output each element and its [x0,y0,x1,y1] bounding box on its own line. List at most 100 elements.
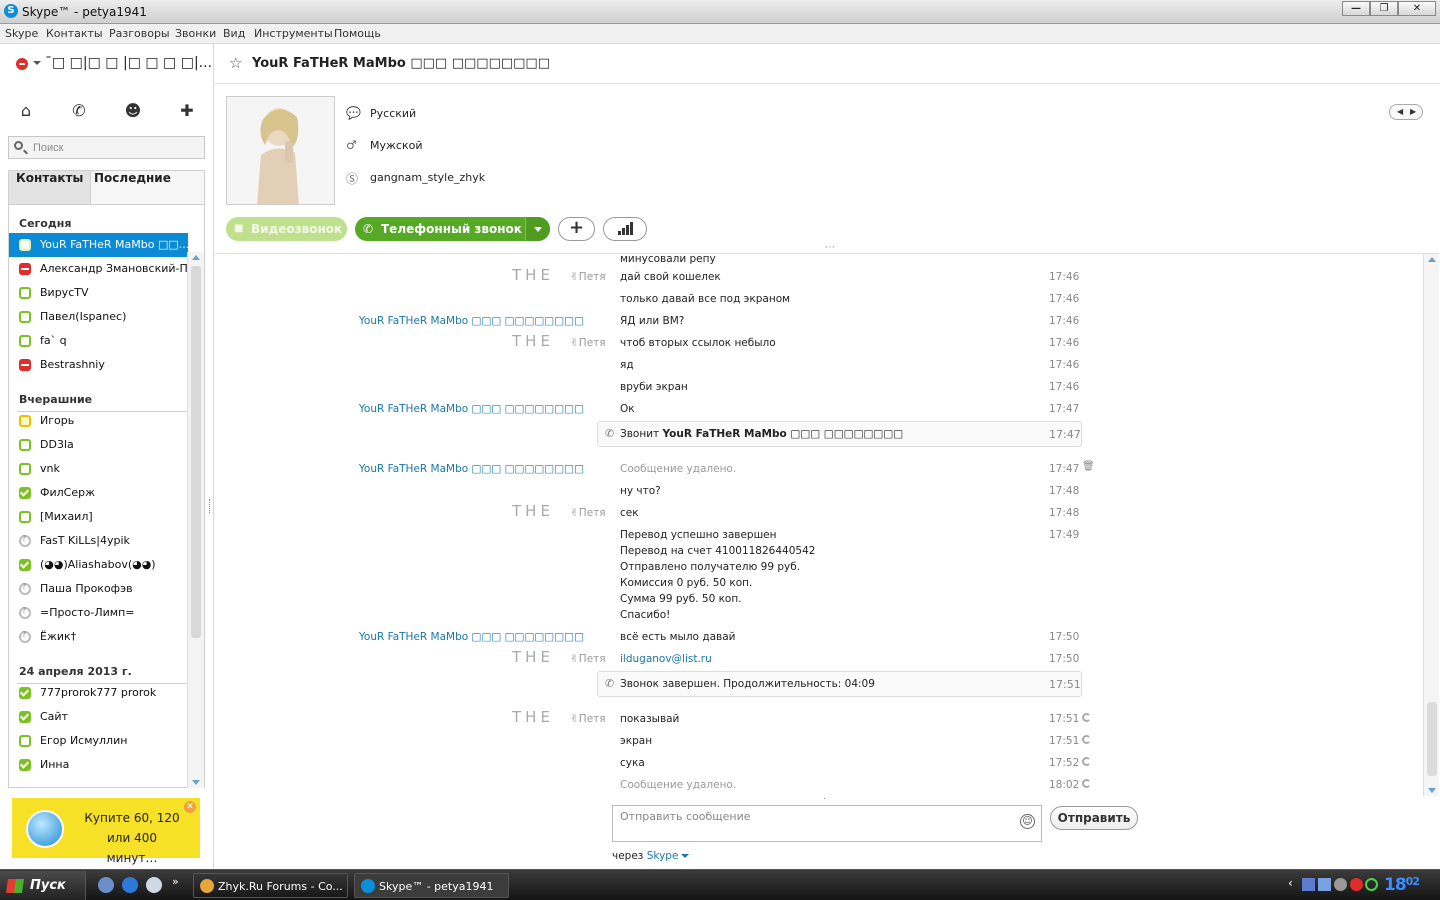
contact-row[interactable]: [Михаил] [9,505,188,529]
contact-row[interactable]: 777prorok777 prorok [9,681,188,705]
browser-icon [200,879,214,893]
contact-row[interactable]: FasT KiLLs|4ypik [9,529,188,553]
sender-name[interactable]: ✌Петя [570,507,606,519]
call-quality-button[interactable] [603,217,647,241]
panel-splitter[interactable] [209,499,212,513]
contacts-panel: ¯□ □|□ □ |□ □ □ □|... ⌂ ✆ ☻ ✚ Контакты П… [0,44,214,869]
close-button[interactable]: ✕ [1398,1,1436,16]
chevron-left-icon[interactable]: ‹ [1288,876,1293,890]
contact-avatar[interactable] [226,96,335,205]
status-online-icon [19,511,31,523]
group-icon[interactable]: ☻ [121,101,145,121]
message-text: Сообщение удалено. [620,463,737,475]
tab-contacts[interactable]: Контакты [9,171,92,205]
contact-row[interactable]: Bestrashniy [9,353,188,377]
scroll-down-arrow-icon[interactable] [1428,788,1436,793]
scroll-up-arrow-icon[interactable] [192,255,200,260]
wifi-icon[interactable] [1365,878,1378,891]
video-call-button[interactable]: ■ Видеозвонок [226,217,347,241]
star-icon[interactable]: ☆ [229,54,242,72]
menu-conversations[interactable]: Разговоры [109,27,170,40]
status-busy-icon[interactable] [16,58,28,70]
scroll-up-arrow-icon[interactable] [1428,257,1436,262]
call-dropdown-icon[interactable] [525,217,550,241]
contact-row[interactable]: YouR FaTHeR MaMbo □□... [9,233,188,257]
desktop-icon[interactable] [98,877,114,893]
contact-row[interactable]: (◕◕)Aliashabov(◕◕) [9,553,188,577]
contact-row[interactable]: DD3la [9,433,188,457]
contact-row[interactable]: Инна [9,753,188,777]
sender-name[interactable]: YouR FaTHeR MaMbo □□□ □□□□□□□□ [359,315,584,327]
contact-row[interactable]: Егор Исмуллин [9,729,188,753]
send-via-selector[interactable]: Skype [647,850,679,862]
trash-icon[interactable]: 🗑 [1082,461,1095,472]
sender-logo: THE [512,266,554,284]
scroll-down-arrow-icon[interactable] [192,780,200,785]
task-skype[interactable]: Skype™ - petya1941 [354,873,509,898]
contact-row[interactable]: Павел(Ispanec) [9,305,188,329]
contact-row[interactable]: vnk [9,457,188,481]
contact-row[interactable]: ФилСерж [9,481,188,505]
chevron-right-icon[interactable]: » [172,875,179,888]
next-arrow-icon[interactable]: ▶ [1410,107,1416,116]
network-icon[interactable] [1302,878,1315,891]
sender-name[interactable]: YouR FaTHeR MaMbo □□□ □□□□□□□□ [359,463,584,475]
maximize-button[interactable]: ❐ [1370,1,1398,16]
pending-spinner-icon [1082,713,1091,722]
status-dropdown-icon[interactable] [33,61,41,65]
contact-row[interactable]: Паша Прокофэв [9,577,188,601]
chevron-down-icon[interactable] [681,854,690,858]
phone-call-button[interactable]: ✆ Телефонный звонок [355,217,550,241]
internet-explorer-icon[interactable] [122,877,138,893]
menu-tools[interactable]: Инструменты [254,27,333,40]
start-button[interactable]: Пуск [0,871,86,900]
sender-name[interactable]: ✌Петя [570,337,606,349]
status-online-icon [19,239,31,251]
sender-name[interactable]: ✌Петя [570,713,606,725]
search-input[interactable] [33,140,203,156]
user-name[interactable]: ¯□ □|□ □ |□ □ □ □|... [45,55,212,71]
contact-row[interactable]: Ёжик† [9,625,188,649]
message-input[interactable] [613,806,1009,841]
clock[interactable]: 1802 [1384,875,1420,895]
tray-app-icon[interactable] [1334,878,1347,891]
sender-name[interactable]: ✌Петя [570,271,606,283]
contact-row[interactable]: ВирусTV [9,281,188,305]
add-button[interactable]: + [558,217,595,241]
minimize-button[interactable]: — [1342,1,1370,16]
sender-name[interactable]: YouR FaTHeR MaMbo □□□ □□□□□□□□ [359,631,584,643]
menu-skype[interactable]: Skype [5,27,38,40]
emoticon-icon[interactable]: ☺ [1020,814,1035,829]
skype-status-icon[interactable] [1350,878,1363,891]
network-icon[interactable] [1318,878,1331,891]
contact-row[interactable]: Александр Змановский-П... [9,257,188,281]
contact-list-scrollbar[interactable] [187,252,204,788]
contact-row[interactable]: Игорь [9,409,188,433]
resize-grip[interactable]: · [823,794,826,805]
add-contact-icon[interactable]: ✚ [175,101,199,121]
send-button[interactable]: Отправить [1050,806,1138,830]
tab-recent[interactable]: Последние [87,171,178,205]
menu-contacts[interactable]: Контакты [46,27,103,40]
message-scrollbar[interactable] [1423,254,1439,796]
home-icon[interactable]: ⌂ [14,101,38,121]
scroll-thumb[interactable] [1427,702,1437,776]
phone-icon[interactable]: ✆ [67,101,91,121]
menu-calls[interactable]: Звонки [175,27,216,40]
contact-row[interactable]: fa` q [9,329,188,353]
contact-row[interactable]: =Просто-Лимп= [9,601,188,625]
contact-row[interactable]: Сайт [9,705,188,729]
sender-name[interactable]: ✌Петя [570,653,606,665]
message-text[interactable]: ilduganov@list.ru [620,653,712,665]
menu-help[interactable]: Помощь [334,27,381,40]
close-icon[interactable]: ✕ [184,801,196,813]
media-player-icon[interactable] [146,877,162,893]
prev-arrow-icon[interactable]: ◀ [1397,107,1403,116]
scroll-thumb[interactable] [191,266,201,638]
menu-view[interactable]: Вид [223,27,245,40]
message-row: THE ✌Петя ilduganov@list.ru 17:50 [215,648,1423,670]
sender-name[interactable]: YouR FaTHeR MaMbo □□□ □□□□□□□□ [359,403,584,415]
promo-banner[interactable]: Купите 60, 120 или 400 минут… ✕ [12,798,200,865]
task-zhyk-forums[interactable]: Zhyk.Ru Forums - Co... [193,873,348,898]
resize-grip[interactable]: ⋯ [825,242,835,253]
